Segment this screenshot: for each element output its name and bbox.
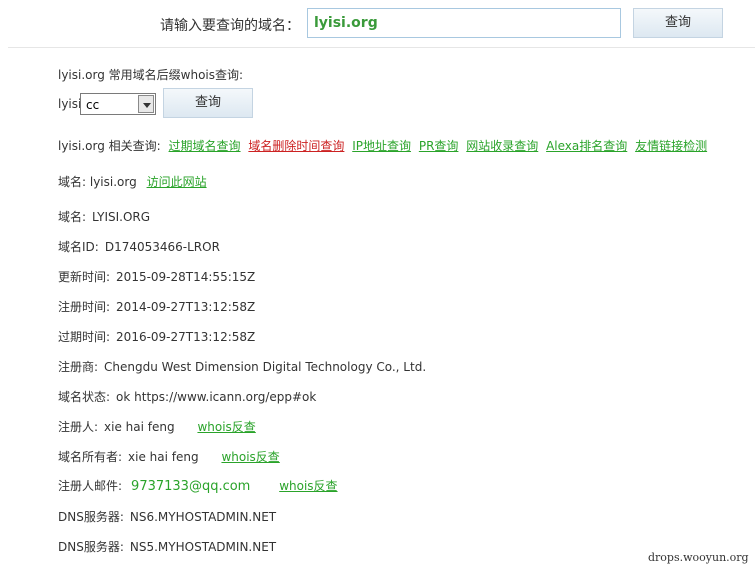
whois-label: 域名状态: [58,390,111,404]
whois-email: 9737133@qq.com [131,479,251,494]
watermark: drops.wooyun.org [648,551,749,564]
whois-value: Chengdu West Dimension Digital Technolog… [104,360,427,374]
suffix-select-value: cc [86,98,100,112]
whois-row-domain: 域名: LYISI.ORG [58,208,150,225]
reverse-whois-link[interactable]: whois反查 [279,479,337,493]
whois-row-email: 注册人邮件: 9737133@qq.com whois反查 [58,477,338,494]
whois-row-dns1: DNS服务器: NS6.MYHOSTADMIN.NET [58,508,276,525]
link-index-query[interactable]: 网站收录查询 [466,139,538,153]
header-divider [8,47,755,48]
site-row: 域名: lyisi.org 访问此网站 [58,173,207,190]
whois-value: ok https://www.icann.org/epp#ok [116,390,317,404]
site-domain: lyisi.org [89,175,137,189]
link-alexa-rank[interactable]: Alexa排名查询 [546,139,627,153]
whois-value: xie hai feng [128,450,199,464]
whois-value: D174053466-LROR [104,240,220,254]
whois-label: DNS服务器: [58,540,124,554]
whois-row-id: 域名ID: D174053466-LROR [58,238,220,255]
link-ip-lookup[interactable]: IP地址查询 [352,139,411,153]
whois-value: 2014-09-27T13:12:58Z [116,300,256,314]
whois-row-registrar: 注册商: Chengdu West Dimension Digital Techn… [58,358,426,375]
whois-row-owner: 域名所有者: xie hai feng whois反查 [58,448,280,465]
link-pr-query[interactable]: PR查询 [419,139,459,153]
whois-label: 过期时间: [58,330,111,344]
whois-value: xie hai feng [104,420,175,434]
whois-label: 注册人: [58,420,99,434]
domain-search-input[interactable]: lyisi.org [307,8,621,38]
link-friend-links-check[interactable]: 友情链接检测 [635,139,707,153]
whois-value: 2016-09-27T13:12:58Z [116,330,256,344]
whois-label: 域名ID: [58,240,99,254]
related-queries-label: lyisi.org 相关查询: [58,139,161,153]
whois-row-status: 域名状态: ok https://www.icann.org/epp#ok [58,388,316,405]
whois-label: DNS服务器: [58,510,124,524]
whois-row-updated: 更新时间: 2015-09-28T14:55:15Z [58,268,255,285]
whois-value: NS5.MYHOSTADMIN.NET [129,540,277,554]
whois-row-dns2: DNS服务器: NS5.MYHOSTADMIN.NET [58,538,276,555]
suffix-query-button[interactable]: 查询 [163,88,253,118]
link-domain-deletion-time[interactable]: 域名删除时间查询 [248,139,344,153]
link-expired-domains[interactable]: 过期域名查询 [169,139,241,153]
whois-label: 注册人邮件: [58,479,123,493]
related-queries: lyisi.org 相关查询: 过期域名查询 域名删除时间查询 IP地址查询 P… [58,137,707,154]
chevron-down-icon[interactable] [138,95,154,113]
visit-site-link[interactable]: 访问此网站 [147,175,207,189]
whois-row-expires: 过期时间: 2016-09-27T13:12:58Z [58,328,255,345]
whois-label: 域名: [58,210,87,224]
search-bar: 请输入要查询的域名： lyisi.org 查询 [0,0,755,48]
whois-label: 域名所有者: [58,450,123,464]
whois-label: 注册商: [58,360,99,374]
whois-row-registrant: 注册人: xie hai feng whois反查 [58,418,256,435]
reverse-whois-link[interactable]: whois反查 [197,420,255,434]
whois-row-created: 注册时间: 2014-09-27T13:12:58Z [58,298,255,315]
suffix-select[interactable]: cc [80,93,156,115]
whois-label: 注册时间: [58,300,111,314]
whois-value: 2015-09-28T14:55:15Z [116,270,256,284]
whois-label: 更新时间: [58,270,111,284]
reverse-whois-link[interactable]: whois反查 [221,450,279,464]
suffix-query-title: lyisi.org 常用域名后缀whois查询: [58,68,244,82]
whois-value: LYISI.ORG [92,210,151,224]
whois-value: NS6.MYHOSTADMIN.NET [129,510,277,524]
search-button[interactable]: 查询 [633,8,723,38]
site-label: 域名: [58,175,87,189]
domain-search-label: 请输入要查询的域名： [160,18,300,34]
